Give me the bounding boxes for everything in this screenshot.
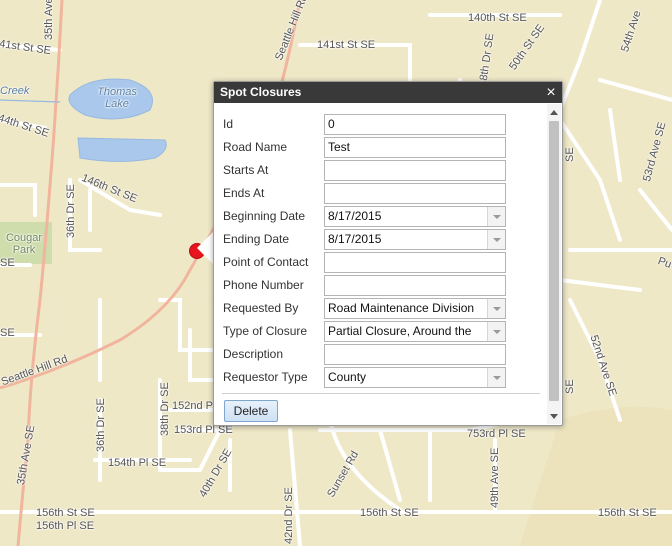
popup-scrollbar[interactable] <box>547 104 561 424</box>
description-label: Description <box>223 347 284 361</box>
map-label: 35th Ave SE <box>43 0 55 40</box>
description-field[interactable] <box>324 344 506 365</box>
map-label: 42nd Dr SE <box>283 487 295 544</box>
form-row-road-name: Road Name Test <box>214 137 544 158</box>
point-of-contact-label: Point of Contact <box>223 255 309 269</box>
form-row-id: Id 0 <box>214 114 544 135</box>
chevron-down-icon[interactable] <box>487 322 505 341</box>
starts-at-field[interactable] <box>324 160 506 181</box>
requestor-type-select[interactable]: County <box>324 367 506 388</box>
delete-button[interactable]: Delete <box>224 400 278 422</box>
chevron-down-icon[interactable] <box>487 299 505 318</box>
beginning-date-label: Beginning Date <box>223 209 306 223</box>
map-label: 156th St SE <box>360 507 419 519</box>
popup-pointer <box>197 232 213 264</box>
map-label: 38th Dr SE <box>159 382 171 436</box>
type-of-closure-label: Type of Closure <box>223 324 308 338</box>
ends-at-label: Ends At <box>223 186 265 200</box>
popup-title: Spot Closures <box>220 85 302 99</box>
chevron-down-icon[interactable] <box>487 230 505 249</box>
ending-date-label: Ending Date <box>223 232 290 246</box>
close-icon[interactable]: × <box>544 82 558 103</box>
map-label: 49th Ave SE <box>489 447 501 508</box>
map-label: SE <box>564 379 576 394</box>
map-label: 153rd Pl SE <box>174 424 233 436</box>
map-label: Cougar Park <box>5 232 43 256</box>
form-row-ending-date: Ending Date 8/17/2015 <box>214 229 544 250</box>
road-name-field[interactable]: Test <box>324 137 506 158</box>
map-label: SE <box>564 147 576 162</box>
popup-header: Spot Closures <box>214 82 562 103</box>
map-label: SE <box>0 327 15 339</box>
scroll-up-icon[interactable] <box>550 110 558 115</box>
map-label: 753rd Pl SE <box>467 428 526 440</box>
form-row-phone-number: Phone Number <box>214 275 544 296</box>
spot-closures-popup: Spot Closures × Id 0 Road Name Test Star… <box>213 81 563 426</box>
map-label: SE <box>0 257 15 269</box>
id-label: Id <box>223 117 234 131</box>
type-of-closure-select[interactable]: Partial Closure, Around the <box>324 321 506 342</box>
road-name-label: Road Name <box>223 140 288 154</box>
form-row-point-of-contact: Point of Contact <box>214 252 544 273</box>
map-label: 36th Dr SE <box>65 184 77 238</box>
ends-at-field[interactable] <box>324 183 506 204</box>
divider <box>222 393 540 394</box>
map-label: 141st St SE <box>317 39 376 51</box>
scroll-thumb[interactable] <box>549 121 559 401</box>
beginning-date-field[interactable]: 8/17/2015 <box>324 206 506 227</box>
form-row-ends-at: Ends At <box>214 183 544 204</box>
map-label: 36th Dr SE <box>95 398 107 452</box>
id-field[interactable]: 0 <box>324 114 506 135</box>
point-of-contact-field[interactable] <box>324 252 506 273</box>
chevron-down-icon[interactable] <box>487 207 505 226</box>
map-label: 140th St SE <box>468 12 527 24</box>
form-row-beginning-date: Beginning Date 8/17/2015 <box>214 206 544 227</box>
phone-number-label: Phone Number <box>223 278 304 292</box>
form-row-starts-at: Starts At <box>214 160 544 181</box>
requestor-type-label: Requestor Type <box>223 370 308 384</box>
map-label: 154th Pl SE <box>108 457 167 469</box>
form-row-requestor-type: Requestor Type County <box>214 367 544 388</box>
map-label: 156th St SE <box>36 507 95 519</box>
map-label: Thomas Lake <box>97 86 137 110</box>
map-label: Creek <box>0 85 30 97</box>
ending-date-field[interactable]: 8/17/2015 <box>324 229 506 250</box>
form-row-requested-by: Requested By Road Maintenance Division <box>214 298 544 319</box>
requested-by-select[interactable]: Road Maintenance Division <box>324 298 506 319</box>
starts-at-label: Starts At <box>223 163 269 177</box>
map-label: 156th Pl SE <box>36 520 95 532</box>
chevron-down-icon[interactable] <box>487 368 505 387</box>
form-row-type-of-closure: Type of Closure Partial Closure, Around … <box>214 321 544 342</box>
requested-by-label: Requested By <box>223 301 299 315</box>
map-label: 156th St SE <box>598 507 657 519</box>
scroll-down-icon[interactable] <box>550 414 558 419</box>
form-row-description: Description <box>214 344 544 365</box>
phone-number-field[interactable] <box>324 275 506 296</box>
